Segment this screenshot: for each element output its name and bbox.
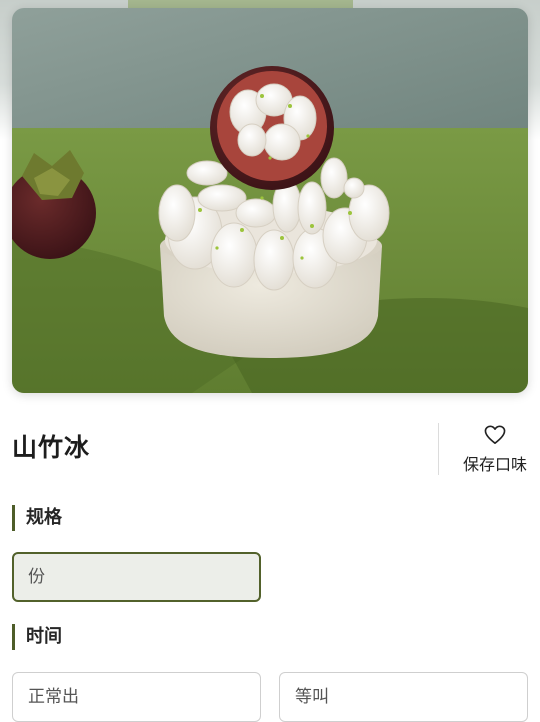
spec-section-title: 规格	[12, 505, 62, 531]
product-title: 山竹冰	[12, 433, 91, 462]
time-option-normal[interactable]: 正常出	[12, 672, 261, 722]
save-flavor-label: 保存口味	[462, 455, 527, 474]
time-option-wait[interactable]: 等叫	[279, 672, 528, 722]
title-divider	[438, 423, 439, 475]
product-image	[12, 8, 528, 393]
time-section-title: 时间	[12, 624, 62, 650]
heart-outline-icon	[450, 425, 540, 449]
save-flavor-button[interactable]: 保存口味	[450, 425, 540, 475]
spec-option-portion[interactable]: 份	[12, 552, 261, 602]
